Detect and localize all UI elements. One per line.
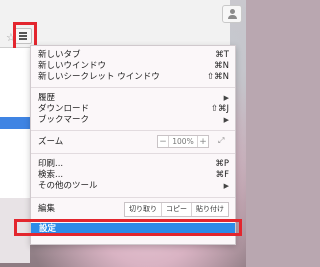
menu-item-bookmarks[interactable]: ブックマーク ▶ bbox=[38, 115, 229, 126]
paste-button[interactable]: 貼り付け bbox=[191, 203, 228, 216]
zoom-in-button[interactable]: + bbox=[198, 137, 208, 147]
shortcut-label: ⌘N bbox=[214, 61, 229, 71]
edit-buttons: 切り取り コピー 貼り付け bbox=[124, 202, 229, 217]
shortcut-label: ⌘F bbox=[215, 170, 229, 180]
menu-separator bbox=[31, 197, 235, 198]
menu-item-label: 新しいウインドウ bbox=[38, 61, 107, 71]
cut-button[interactable]: 切り取り bbox=[125, 203, 161, 216]
zoom-level: 100% bbox=[168, 136, 198, 147]
menu-item-label: ダウンロード bbox=[38, 104, 90, 114]
highlight-box-settings bbox=[14, 219, 242, 236]
menu-item-downloads[interactable]: ダウンロード ⇧⌘J bbox=[38, 104, 229, 115]
shortcut-label: ⇧⌘J bbox=[210, 104, 229, 114]
page-selected-row bbox=[0, 117, 30, 129]
chrome-menu: 新しいタブ ⌘T 新しいウインドウ ⌘N 新しいシークレット ウインドウ ⇧⌘N… bbox=[30, 45, 236, 245]
shortcut-label: ⌘T bbox=[215, 50, 229, 60]
menu-item-edit: 編集 切り取り コピー 貼り付け bbox=[38, 202, 229, 217]
submenu-arrow-icon: ▶ bbox=[223, 116, 229, 124]
shortcut-label: ⇧⌘N bbox=[207, 72, 229, 82]
shortcut-label: ⌘P bbox=[215, 159, 229, 169]
menu-item-new-incognito-window[interactable]: 新しいシークレット ウインドウ ⇧⌘N bbox=[38, 72, 229, 83]
copy-button[interactable]: コピー bbox=[161, 203, 191, 216]
menu-item-label: 新しいタブ bbox=[38, 50, 81, 60]
menu-item-new-window[interactable]: 新しいウインドウ ⌘N bbox=[38, 61, 229, 72]
menu-separator bbox=[31, 153, 235, 154]
menu-item-more-tools[interactable]: その他のツール ▶ bbox=[38, 181, 229, 192]
menu-item-label: 新しいシークレット ウインドウ bbox=[38, 72, 160, 82]
menu-item-new-tab[interactable]: 新しいタブ ⌘T bbox=[38, 50, 229, 61]
zoom-controls: − 100% + ⤢ bbox=[157, 135, 229, 148]
user-icon[interactable] bbox=[222, 5, 242, 23]
menu-item-history[interactable]: 履歴 ▶ bbox=[38, 93, 229, 104]
menu-item-label: 履歴 bbox=[38, 93, 56, 103]
zoom-label: ズーム bbox=[38, 137, 64, 147]
menu-separator bbox=[31, 130, 235, 131]
menu-item-label: その他のツール bbox=[38, 181, 98, 191]
menu-item-label: ブックマーク bbox=[38, 115, 90, 125]
edit-label: 編集 bbox=[38, 204, 56, 214]
fullscreen-icon[interactable]: ⤢ bbox=[217, 136, 229, 147]
submenu-arrow-icon: ▶ bbox=[223, 182, 229, 190]
menu-separator bbox=[31, 87, 235, 88]
menu-item-print[interactable]: 印刷... ⌘P bbox=[38, 159, 229, 170]
zoom-box: − 100% + bbox=[157, 135, 209, 148]
menu-item-label: 印刷... bbox=[38, 159, 64, 169]
submenu-arrow-icon: ▶ bbox=[223, 94, 229, 102]
menu-item-zoom: ズーム − 100% + ⤢ bbox=[38, 135, 229, 148]
zoom-out-button[interactable]: − bbox=[158, 137, 168, 147]
menu-item-find[interactable]: 検索... ⌘F bbox=[38, 170, 229, 181]
menu-item-label: 検索... bbox=[38, 170, 64, 180]
